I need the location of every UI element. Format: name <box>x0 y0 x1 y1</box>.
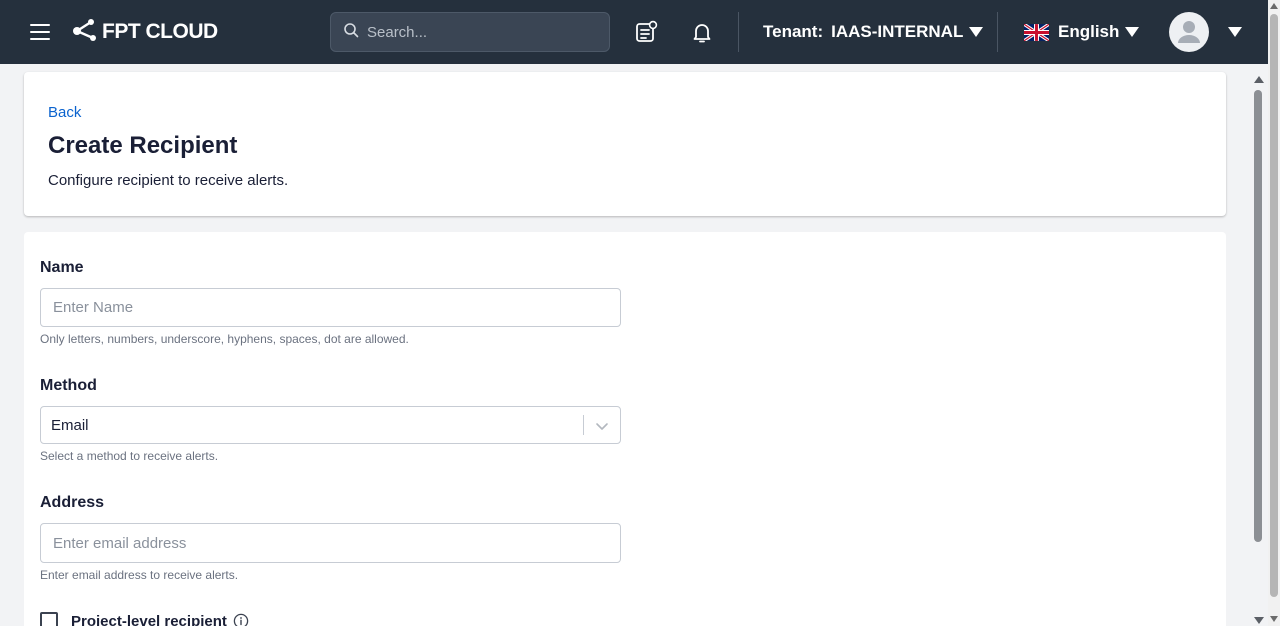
page-scroll-up-arrow-icon[interactable] <box>1270 3 1278 9</box>
tenant-label: Tenant: <box>763 22 824 41</box>
method-selected-value: Email <box>51 417 89 434</box>
language-label: English <box>1058 22 1120 41</box>
topbar-divider <box>997 12 998 52</box>
content-scrollbar[interactable] <box>1250 64 1268 626</box>
name-hint: Only letters, numbers, underscore, hyphe… <box>40 332 409 346</box>
address-label: Address <box>40 494 105 511</box>
user-avatar-icon[interactable] <box>1169 12 1209 52</box>
method-select[interactable]: Email <box>40 406 621 444</box>
bell-icon[interactable] <box>690 20 714 44</box>
page-title: Create Recipient <box>48 132 238 159</box>
address-input[interactable] <box>40 523 621 563</box>
tenant-selector[interactable]: Tenant: IAAS-INTERNAL <box>763 20 984 44</box>
search-icon <box>343 22 359 43</box>
caret-down-icon[interactable] <box>1228 27 1242 37</box>
create-recipient-form: Name Only letters, numbers, underscore, … <box>24 232 1226 626</box>
page-header-card: Back Create Recipient Configure recipien… <box>24 72 1226 216</box>
request-list-icon[interactable] <box>634 20 658 44</box>
page-scroll-down-arrow-icon[interactable] <box>1270 616 1278 622</box>
address-hint: Enter email address to receive alerts. <box>40 568 239 582</box>
topbar-divider <box>738 12 739 52</box>
scroll-down-arrow-icon[interactable] <box>1254 617 1264 624</box>
caret-down-icon <box>969 27 984 37</box>
page-subtitle: Configure recipient to receive alerts. <box>48 172 289 189</box>
top-navigation-bar: FPT CLOUD Tenant: IAAS-INTERNAL <box>0 0 1280 64</box>
project-level-recipient-row: Project-level recipient <box>40 612 249 626</box>
scroll-up-arrow-icon[interactable] <box>1254 76 1264 83</box>
caret-down-icon <box>1125 27 1140 37</box>
search-input[interactable] <box>367 23 587 41</box>
scrollbar-thumb[interactable] <box>1254 90 1262 542</box>
method-label: Method <box>40 377 97 394</box>
hamburger-menu-icon[interactable] <box>28 20 52 44</box>
page-scrollbar[interactable] <box>1268 0 1280 626</box>
name-label: Name <box>40 259 84 276</box>
brand-name: FPT CLOUD <box>102 20 218 43</box>
uk-flag-icon <box>1023 22 1050 42</box>
back-link[interactable]: Back <box>48 104 81 121</box>
chevron-down-icon <box>594 418 610 434</box>
method-hint: Select a method to receive alerts. <box>40 449 219 463</box>
fpt-cloud-logo-icon <box>72 17 98 48</box>
select-separator <box>583 415 584 435</box>
search-box[interactable] <box>330 12 610 52</box>
info-circle-icon[interactable] <box>233 613 249 626</box>
tenant-value: IAAS-INTERNAL <box>831 22 964 41</box>
project-level-recipient-label: Project-level recipient <box>71 612 227 626</box>
language-selector[interactable]: English <box>1023 20 1140 44</box>
fpt-cloud-logo[interactable]: FPT CLOUD <box>72 16 218 48</box>
page-scrollbar-thumb[interactable] <box>1270 14 1278 597</box>
project-level-recipient-checkbox[interactable] <box>40 612 58 626</box>
name-input[interactable] <box>40 288 621 327</box>
